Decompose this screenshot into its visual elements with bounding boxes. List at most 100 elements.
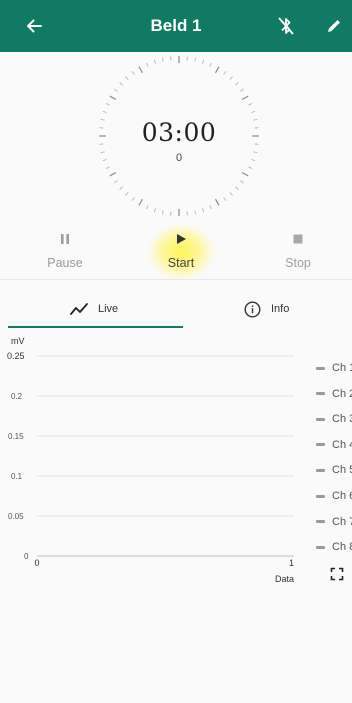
dial-tick bbox=[153, 208, 156, 213]
dial-tick bbox=[240, 180, 244, 184]
dial-tick bbox=[138, 198, 144, 206]
tab-live-label: Live bbox=[98, 303, 119, 315]
legend-swatch bbox=[316, 443, 325, 447]
tab-info[interactable]: Info bbox=[244, 292, 289, 326]
legend-swatch bbox=[316, 417, 325, 421]
legend-label: Ch 6 bbox=[332, 490, 352, 502]
trend-line-icon bbox=[70, 303, 88, 315]
dial-tick bbox=[105, 103, 110, 106]
pause-label: Pause bbox=[47, 256, 83, 270]
dial-tick bbox=[194, 57, 197, 62]
legend-item[interactable]: Ch 6 bbox=[316, 489, 352, 503]
start-label: Start bbox=[167, 256, 195, 270]
dial-tick bbox=[125, 76, 129, 80]
dial-tick bbox=[209, 205, 212, 210]
legend-item[interactable]: Ch 7 bbox=[316, 515, 352, 529]
dial-tick bbox=[119, 186, 123, 190]
start-button[interactable]: Start bbox=[141, 232, 221, 270]
timer-display: 03:00 bbox=[141, 118, 217, 147]
y-tick-label: 0.2 bbox=[11, 392, 23, 401]
legend-item[interactable]: Ch 3 bbox=[316, 412, 352, 426]
arrow-left-icon bbox=[27, 19, 42, 33]
legend-swatch bbox=[316, 545, 325, 549]
bluetooth-button[interactable] bbox=[264, 0, 308, 52]
dial-tick bbox=[102, 110, 107, 113]
dial-tick bbox=[248, 103, 253, 106]
tab-live[interactable]: Live bbox=[70, 292, 118, 326]
pause-icon bbox=[61, 234, 69, 244]
legend-label: Ch 2 bbox=[332, 387, 352, 400]
dial-tick bbox=[235, 186, 239, 190]
stop-button[interactable]: Stop bbox=[258, 232, 338, 270]
legend-swatch bbox=[316, 468, 325, 472]
legend-item[interactable]: Ch 2 bbox=[316, 387, 352, 401]
stop-icon bbox=[293, 234, 303, 244]
dial-tick bbox=[105, 166, 110, 169]
dial-tick bbox=[209, 62, 212, 67]
dial-tick bbox=[109, 95, 117, 101]
x-tick-label: 0 bbox=[34, 558, 39, 568]
info-circle-icon bbox=[244, 300, 261, 318]
dial-tick bbox=[223, 71, 227, 75]
dial-tick bbox=[202, 208, 205, 213]
dial-tick bbox=[119, 82, 123, 86]
fullscreen-icon[interactable] bbox=[330, 567, 344, 581]
legend-swatch bbox=[316, 494, 325, 498]
dial-tick bbox=[109, 171, 117, 177]
dial-tick bbox=[241, 95, 249, 101]
dial-tick bbox=[235, 82, 239, 86]
dial-tick bbox=[146, 205, 149, 210]
divider bbox=[0, 279, 352, 280]
dial-tick bbox=[114, 88, 118, 92]
y-tick-label: 0.25 bbox=[7, 351, 25, 361]
dial-tick bbox=[131, 71, 135, 75]
legend-label: Ch 5 bbox=[332, 464, 352, 477]
dial-tick bbox=[229, 192, 233, 196]
dial-tick bbox=[161, 210, 164, 215]
legend-item[interactable]: Ch 4 bbox=[316, 438, 352, 452]
page-title: Beld 1 bbox=[150, 16, 202, 35]
y-tick-label: 0.05 bbox=[8, 512, 24, 521]
legend-label: Ch 3 bbox=[332, 413, 352, 426]
legend-swatch bbox=[316, 520, 325, 524]
y-axis-label: mV bbox=[11, 336, 25, 346]
dial-tick bbox=[214, 66, 220, 74]
tab-indicator bbox=[8, 326, 183, 328]
legend-label: Ch 8 bbox=[332, 541, 352, 554]
edit-button[interactable] bbox=[312, 0, 352, 52]
dial-tick bbox=[248, 166, 253, 169]
x-axis-label: Data bbox=[275, 574, 294, 584]
dial-tick bbox=[251, 110, 256, 113]
dial-tick bbox=[114, 180, 118, 184]
legend-item[interactable]: Ch 5 bbox=[316, 463, 352, 477]
y-tick-label: 0.15 bbox=[8, 432, 24, 441]
legend-item[interactable]: Ch 1 bbox=[316, 361, 352, 375]
chart: mV 0 0.05 0.1 0.15 0.2 0.25 0 1 Data bbox=[7, 336, 294, 584]
dial-tick bbox=[138, 66, 144, 74]
dial-tick bbox=[240, 88, 244, 92]
y-tick-label: 0 bbox=[24, 552, 29, 561]
legend-item[interactable]: Ch 8 bbox=[316, 540, 352, 554]
timer-count: 0 bbox=[175, 152, 183, 164]
dial-tick bbox=[214, 198, 220, 206]
bluetooth-off-icon bbox=[278, 17, 294, 35]
legend-label: Ch 7 bbox=[332, 515, 352, 528]
dial-tick bbox=[241, 171, 249, 177]
back-button[interactable] bbox=[12, 0, 56, 52]
dial-tick bbox=[223, 197, 227, 201]
dial-tick bbox=[229, 76, 233, 80]
y-tick-label: 0.1 bbox=[11, 472, 23, 481]
pencil-icon bbox=[328, 20, 340, 32]
app-bar: Beld 1 bbox=[0, 0, 352, 52]
dial-tick bbox=[153, 59, 156, 64]
legend-swatch bbox=[316, 392, 325, 396]
legend-label: Ch 4 bbox=[332, 438, 352, 451]
stop-label: Stop bbox=[285, 256, 311, 270]
dial-tick bbox=[146, 62, 149, 67]
dial-tick bbox=[194, 210, 197, 215]
play-icon bbox=[177, 234, 186, 244]
tab-info-label: Info bbox=[271, 303, 290, 315]
dial-tick bbox=[161, 57, 164, 62]
pause-button[interactable]: Pause bbox=[25, 232, 105, 270]
dial-tick bbox=[131, 197, 135, 201]
